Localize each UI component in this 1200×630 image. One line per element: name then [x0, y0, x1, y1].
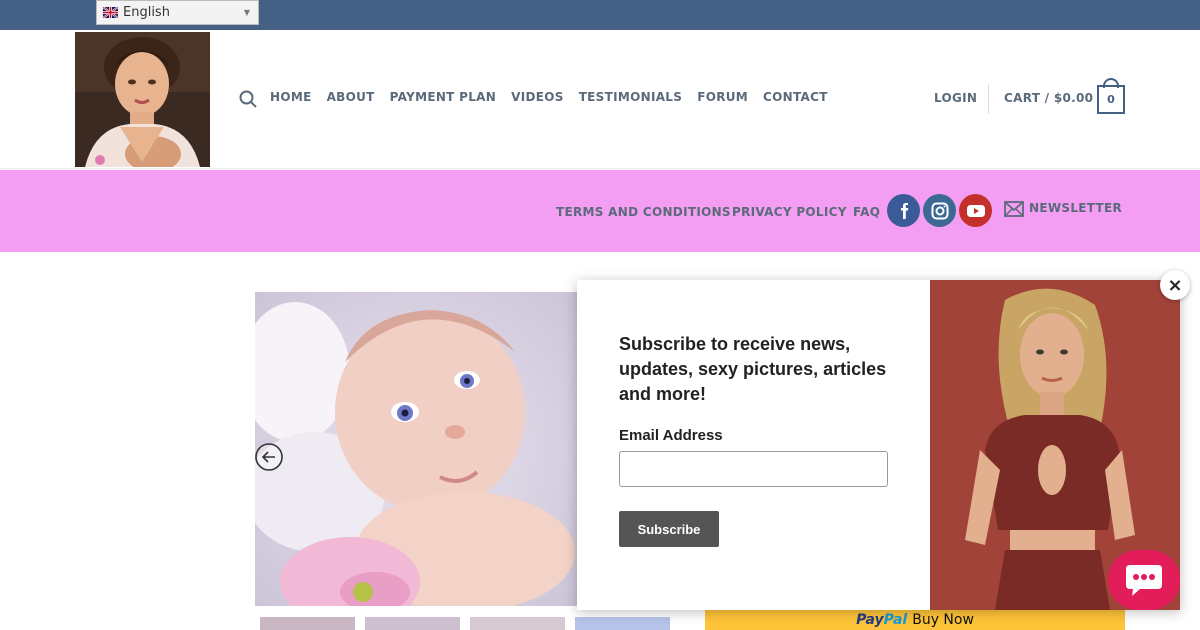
arrow-left-icon[interactable] — [255, 443, 283, 471]
product-thumbnail[interactable] — [260, 617, 355, 630]
newsletter-link[interactable]: NEWSLETTER — [1029, 201, 1122, 215]
paypal-logo: PayPal — [856, 612, 908, 628]
language-label: English — [123, 5, 170, 20]
instagram-icon[interactable] — [923, 194, 956, 227]
chevron-down-icon: ▼ — [243, 8, 250, 17]
product-thumbnail[interactable] — [365, 617, 460, 630]
nav-payment-plan[interactable]: PAYMENT PLAN — [390, 90, 496, 104]
popup-title: Subscribe to receive news, updates, sexy… — [619, 334, 887, 404]
uk-flag-icon — [103, 7, 118, 18]
subscribe-popup: Subscribe to receive news, updates, sexy… — [577, 280, 1180, 610]
nav-videos[interactable]: VIDEOS — [511, 90, 564, 104]
envelope-icon[interactable] — [1004, 201, 1024, 217]
product-thumbnail[interactable] — [575, 617, 670, 630]
site-header: HOME ABOUT PAYMENT PLAN VIDEOS TESTIMONI… — [0, 30, 1200, 169]
paypal-buy-now-button[interactable]: PayPal Buy Now — [705, 610, 1125, 630]
close-button[interactable]: × — [1160, 270, 1190, 300]
faq-link[interactable]: FAQ — [853, 205, 880, 219]
buy-now-label: Buy Now — [912, 612, 974, 628]
divider — [988, 84, 989, 114]
privacy-link[interactable]: PRIVACY POLICY — [732, 205, 847, 219]
cart-link[interactable]: CART / $0.00 — [1004, 91, 1093, 105]
site-logo[interactable] — [75, 32, 210, 167]
subscribe-button[interactable]: Subscribe — [619, 511, 719, 547]
terms-link[interactable]: TERMS AND CONDITIONS — [556, 205, 731, 219]
top-bar: English ▼ — [0, 0, 1200, 30]
product-image[interactable] — [255, 292, 577, 606]
chat-bubble-icon — [1126, 565, 1162, 596]
nav-home[interactable]: HOME — [270, 90, 312, 104]
nav-contact[interactable]: CONTACT — [763, 90, 828, 104]
nav-testimonials[interactable]: TESTIMONIALS — [579, 90, 683, 104]
main-nav: HOME ABOUT PAYMENT PLAN VIDEOS TESTIMONI… — [270, 90, 843, 104]
facebook-icon[interactable] — [887, 194, 920, 227]
chat-button[interactable] — [1108, 550, 1180, 610]
cart-count-badge[interactable]: 0 — [1097, 85, 1125, 114]
nav-forum[interactable]: FORUM — [697, 90, 748, 104]
search-icon[interactable] — [239, 90, 257, 108]
youtube-icon[interactable] — [959, 194, 992, 227]
email-field[interactable] — [619, 451, 888, 487]
login-link[interactable]: LOGIN — [934, 91, 977, 105]
product-thumbnail[interactable] — [470, 617, 565, 630]
nav-about[interactable]: ABOUT — [327, 90, 375, 104]
email-label: Email Address — [619, 427, 723, 444]
language-selector[interactable]: English ▼ — [96, 0, 259, 25]
